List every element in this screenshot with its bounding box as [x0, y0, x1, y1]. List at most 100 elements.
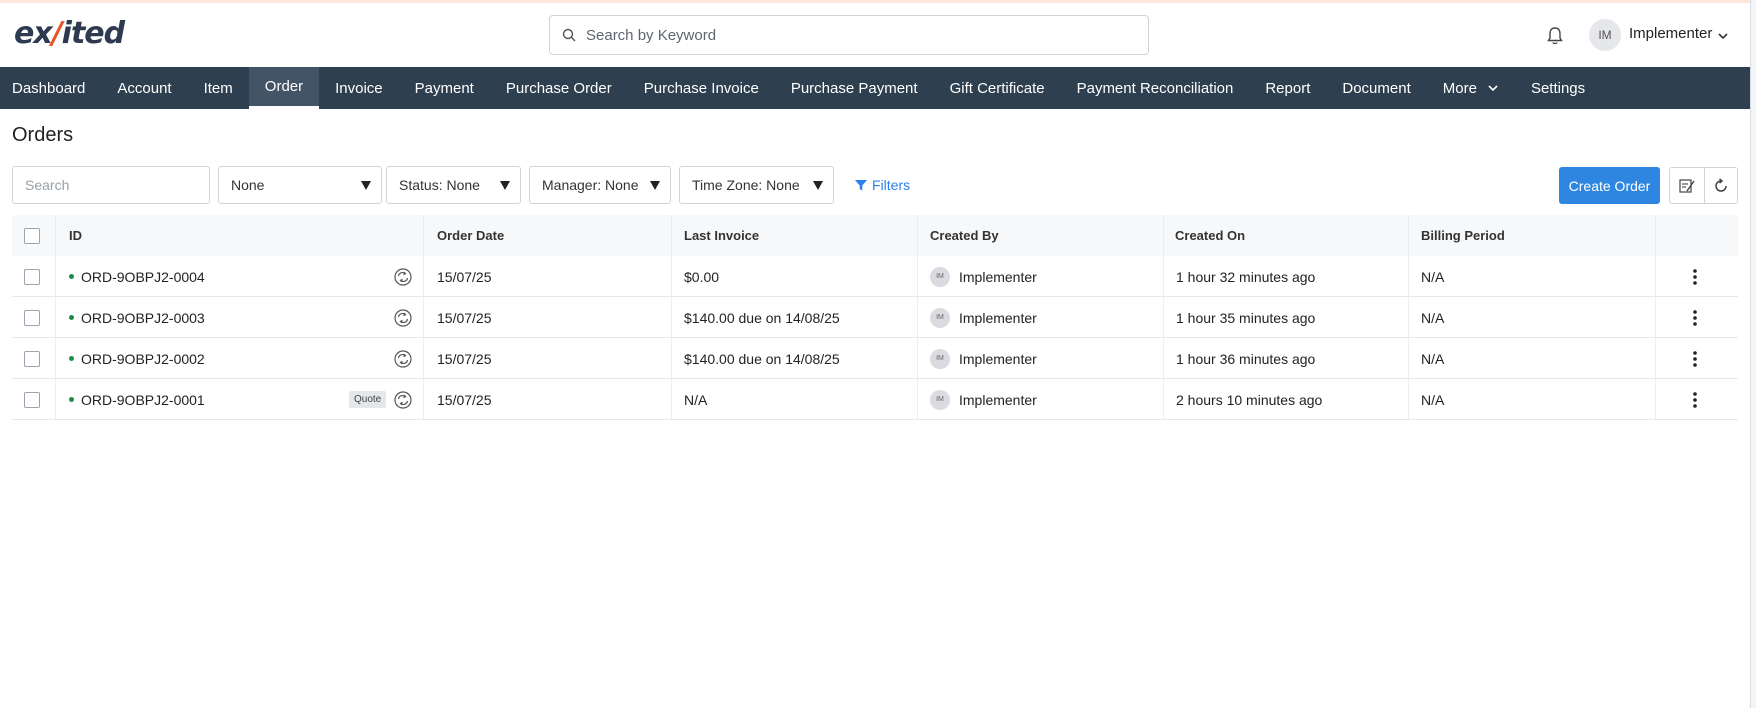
nav-item-purchase-invoice[interactable]: Purchase Invoice: [628, 67, 775, 109]
row-actions-kebab-icon[interactable]: [1692, 350, 1698, 368]
filters-link[interactable]: Filters: [854, 177, 910, 193]
order-id-cell: ORD-9OBPJ2-0002: [69, 338, 205, 379]
filters-link-label: Filters: [872, 177, 911, 193]
timezone-select[interactable]: Time Zone: None: [679, 166, 834, 204]
created-by-cell: IM Implementer: [930, 379, 1037, 420]
nav-item-payment-reconciliation[interactable]: Payment Reconciliation: [1061, 67, 1250, 109]
view-select[interactable]: None: [218, 166, 382, 204]
column-divider: [423, 297, 424, 338]
column-header-billing-period[interactable]: Billing Period: [1421, 215, 1505, 256]
filter-caret-icon: [813, 181, 823, 190]
orders-search-input[interactable]: [25, 177, 195, 193]
creator-avatar: IM: [930, 389, 950, 410]
orders-search-box[interactable]: [12, 166, 210, 204]
nav-item-purchase-order[interactable]: Purchase Order: [490, 67, 628, 109]
table-row[interactable]: ORD-9OBPJ2-0003 15/07/25 $140.00 due on …: [12, 297, 1738, 338]
column-header-created-by[interactable]: Created By: [930, 215, 999, 256]
nav-item-order[interactable]: Order: [248, 67, 320, 109]
row-checkbox-cell: [24, 338, 40, 379]
nav-item-invoice[interactable]: Invoice: [319, 67, 399, 109]
edit-columns-button[interactable]: [1670, 168, 1704, 203]
logo-text-start: ex: [14, 15, 53, 51]
create-order-button[interactable]: Create Order: [1559, 167, 1660, 204]
column-divider: [1655, 379, 1656, 420]
row-checkbox-cell: [24, 379, 40, 420]
status-select[interactable]: Status: None: [386, 166, 521, 204]
logo-slash-icon: /: [51, 15, 63, 51]
row-actions-kebab-icon[interactable]: [1692, 309, 1698, 327]
recurring-sync-icon: [394, 350, 412, 368]
nav-item-more[interactable]: More: [1427, 67, 1515, 109]
column-divider: [55, 256, 56, 297]
manager-select[interactable]: Manager: None: [529, 166, 671, 204]
row-actions-kebab-icon[interactable]: [1692, 391, 1698, 409]
user-avatar[interactable]: IM: [1589, 19, 1621, 51]
row-checkbox[interactable]: [24, 268, 40, 285]
user-name[interactable]: Implementer: [1629, 25, 1712, 42]
table-header: ID Order Date Last Invoice Created By Cr…: [12, 215, 1738, 256]
nav-item-payment[interactable]: Payment: [399, 67, 490, 109]
recurring-sync-icon: [394, 268, 412, 286]
notification-bell-icon[interactable]: [1544, 25, 1566, 47]
order-id-link[interactable]: ORD-9OBPJ2-0002: [81, 351, 205, 367]
column-header-order-date[interactable]: Order Date: [437, 215, 504, 256]
table-row[interactable]: ORD-9OBPJ2-0002 15/07/25 $140.00 due on …: [12, 338, 1738, 379]
column-divider: [671, 215, 672, 256]
column-header-id[interactable]: ID: [69, 215, 82, 256]
window-scrollbar[interactable]: [1750, 0, 1756, 708]
column-divider: [1655, 215, 1656, 256]
row-checkbox[interactable]: [24, 309, 40, 326]
quote-badge: Quote: [349, 391, 387, 408]
column-divider: [1163, 256, 1164, 297]
nav-item-gift-certificate[interactable]: Gift Certificate: [934, 67, 1061, 109]
global-search-box[interactable]: [549, 15, 1149, 55]
global-search-input[interactable]: [586, 26, 1126, 44]
order-date-cell: 15/07/25: [437, 309, 492, 326]
timezone-select-value: Time Zone: None: [692, 177, 800, 193]
column-divider: [671, 379, 672, 420]
funnel-icon: [855, 180, 867, 191]
order-id-cell: ORD-9OBPJ2-0001: [69, 379, 205, 420]
column-divider: [917, 256, 918, 297]
select-all-checkbox[interactable]: [24, 227, 40, 244]
refresh-button[interactable]: [1703, 168, 1738, 203]
column-divider: [55, 379, 56, 420]
nav-item-dashboard[interactable]: Dashboard: [0, 67, 101, 109]
billing-period-cell: N/A: [1421, 268, 1445, 285]
chevron-down-icon[interactable]: [1716, 29, 1730, 43]
column-divider: [671, 256, 672, 297]
nav-item-document[interactable]: Document: [1326, 67, 1426, 109]
column-divider: [1163, 379, 1164, 420]
page-title: Orders: [12, 124, 74, 146]
nav-item-purchase-payment[interactable]: Purchase Payment: [775, 67, 934, 109]
row-actions-kebab-icon[interactable]: [1692, 268, 1698, 286]
column-divider: [917, 297, 918, 338]
row-checkbox[interactable]: [24, 350, 40, 367]
order-id-link[interactable]: ORD-9OBPJ2-0004: [81, 269, 205, 285]
row-checkbox[interactable]: [24, 391, 40, 408]
row-checkbox-cell: [24, 256, 40, 297]
column-divider: [917, 215, 918, 256]
column-header-last-invoice[interactable]: Last Invoice: [684, 215, 759, 256]
column-divider: [1408, 379, 1409, 420]
table-row[interactable]: ORD-9OBPJ2-0001 Quote 15/07/25 N/A IM Im…: [12, 379, 1738, 420]
nav-item-account[interactable]: Account: [101, 67, 187, 109]
created-on-cell: 1 hour 36 minutes ago: [1176, 350, 1316, 367]
order-date-cell: 15/07/25: [437, 268, 492, 285]
column-divider: [671, 297, 672, 338]
nav-item-item[interactable]: Item: [188, 67, 249, 109]
column-header-created-on[interactable]: Created On: [1175, 215, 1245, 256]
creator-name: Implementer: [959, 268, 1037, 285]
column-divider: [55, 297, 56, 338]
billing-period-cell: N/A: [1421, 309, 1445, 326]
exsited-logo[interactable]: ex / ited: [14, 15, 125, 51]
order-id-link[interactable]: ORD-9OBPJ2-0003: [81, 310, 205, 326]
nav-item-report[interactable]: Report: [1249, 67, 1326, 109]
column-divider: [55, 215, 56, 256]
order-id-link[interactable]: ORD-9OBPJ2-0001: [81, 392, 205, 408]
table-row[interactable]: ORD-9OBPJ2-0004 15/07/25 $0.00 IM Implem…: [12, 256, 1738, 297]
order-id-cell: ORD-9OBPJ2-0003: [69, 297, 205, 338]
filter-caret-icon: [650, 181, 660, 190]
view-select-value: None: [231, 177, 265, 193]
nav-item-settings[interactable]: Settings: [1515, 67, 1601, 109]
